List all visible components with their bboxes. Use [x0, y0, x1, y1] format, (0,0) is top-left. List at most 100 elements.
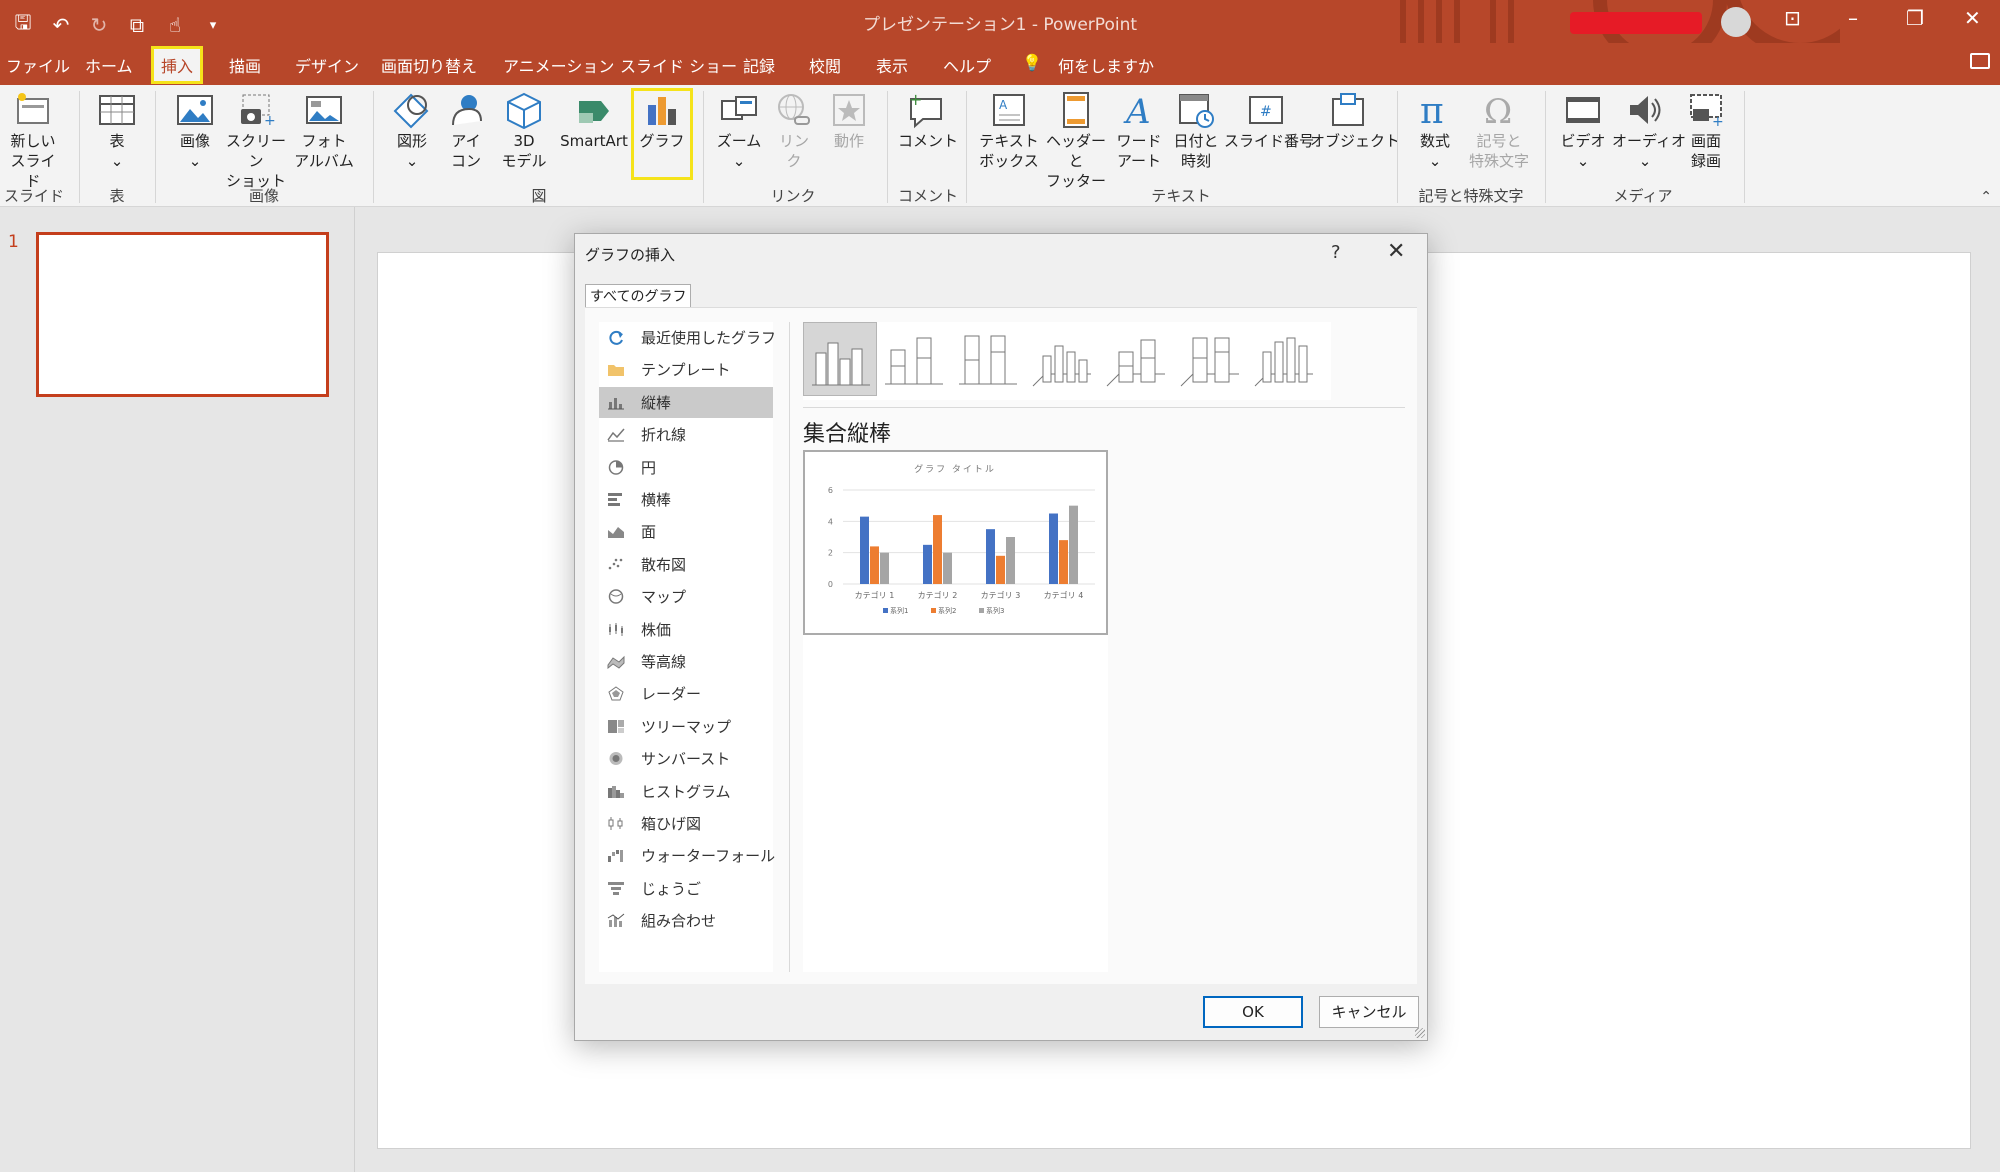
collapse-ribbon-icon[interactable]: ⌃	[1980, 189, 1992, 205]
symbol-button[interactable]: Ω 記号と 特殊文字	[1466, 91, 1532, 171]
chart-type-item[interactable]: マップ	[599, 581, 773, 612]
video-button[interactable]: ビデオ ⌄	[1558, 91, 1608, 171]
subtype-stacked-column[interactable]	[877, 322, 951, 396]
boxwhisker-chart-icon	[607, 816, 625, 831]
subtype-3d-column[interactable]	[1247, 322, 1321, 396]
smartart-button[interactable]: SmartArt	[558, 91, 630, 151]
map-chart-icon	[607, 589, 625, 604]
chart-type-item[interactable]: 横棒	[599, 484, 773, 515]
line-chart-icon	[607, 427, 625, 442]
tab-help[interactable]: ヘルプ	[943, 53, 991, 77]
chart-type-item[interactable]: 等高線	[599, 646, 773, 677]
treemap-chart-icon	[607, 719, 625, 734]
tab-transitions[interactable]: 画面切り替え	[381, 53, 477, 77]
cancel-button[interactable]: キャンセル	[1319, 996, 1419, 1028]
icons-button[interactable]: アイ コン	[444, 91, 488, 171]
legend-label: 系列3	[986, 606, 1004, 615]
tab-draw[interactable]: 描画	[229, 53, 261, 77]
comments-icon[interactable]	[1970, 53, 1990, 69]
close-icon[interactable]: ✕	[1387, 239, 1405, 264]
group-label-text: テキスト	[1151, 187, 1211, 205]
zoom-button[interactable]: ズーム ⌄	[714, 91, 764, 171]
svg-text:A: A	[999, 98, 1008, 112]
chart-type-item[interactable]: 円	[599, 452, 773, 483]
action-button[interactable]: 動作	[826, 91, 872, 151]
help-button[interactable]: ?	[1331, 242, 1341, 263]
chart-type-label: 円	[641, 458, 657, 477]
chart-type-item[interactable]: ヒストグラム	[599, 776, 773, 807]
tab-design[interactable]: デザイン	[295, 53, 359, 77]
chart-preview[interactable]: グラフ タイトル 0 2 4 6 カテゴリ 1 カテゴリ 2 カテゴリ 3 カテゴリ 4 系列1…	[803, 450, 1108, 635]
date-time-button[interactable]: 日付と 時刻	[1172, 91, 1220, 171]
object-button[interactable]: オブジェクト	[1310, 91, 1400, 151]
slide-number-button[interactable]: # スライド番号	[1224, 91, 1314, 151]
equation-button[interactable]: π 数式 ⌄	[1410, 91, 1460, 171]
chart-type-label: 横棒	[641, 491, 672, 509]
histogram-chart-icon	[607, 784, 625, 799]
textbox-button[interactable]: A テキスト ボックス	[976, 91, 1042, 171]
chart-type-item[interactable]: サンバースト	[599, 743, 773, 774]
legend-swatch	[883, 608, 888, 613]
photo-album-button[interactable]: フォト アルバム	[290, 91, 358, 171]
insert-chart-dialog: グラフの挿入 ? ✕ すべてのグラフ 最近使用したグラフ テンプレート 縦棒 折れ線円…	[574, 233, 1428, 1041]
lightbulb-icon[interactable]: 💡	[1022, 53, 1042, 72]
chart-type-item[interactable]: ツリーマップ	[599, 711, 773, 742]
chart-type-item[interactable]: 折れ線	[599, 419, 773, 450]
tab-file[interactable]: ファイル	[6, 53, 70, 77]
chart-bar	[933, 515, 942, 584]
chart-type-item[interactable]: 散布図	[599, 549, 773, 580]
ok-button[interactable]: OK	[1203, 996, 1303, 1028]
subtype-3d-100-stacked-column[interactable]	[1173, 322, 1247, 396]
tab-record[interactable]: 記録	[743, 53, 775, 77]
chart-type-label: サンバースト	[641, 750, 731, 769]
subtype-clustered-column[interactable]	[803, 322, 877, 396]
chart-type-item[interactable]: じょうご	[599, 873, 773, 904]
table-button[interactable]: 表 ⌄	[96, 91, 138, 171]
new-slide-button[interactable]: 新しい スライド	[8, 91, 58, 191]
tab-home[interactable]: ホーム	[85, 53, 133, 77]
tell-me-search[interactable]: 何をしますか	[1058, 53, 1154, 77]
resize-grip[interactable]	[1415, 1028, 1425, 1038]
chart-type-item[interactable]: 組み合わせ	[599, 905, 773, 936]
chart-type-item[interactable]: 面	[599, 516, 773, 547]
preview-area: グラフ タイトル 0 2 4 6 カテゴリ 1 カテゴリ 2 カテゴリ 3 カテゴリ 4 系列1…	[803, 450, 1108, 972]
screen-recording-button[interactable]: + 画面 録画	[1684, 91, 1728, 171]
chart-type-item[interactable]: テンプレート	[599, 354, 773, 385]
header-footer-button[interactable]: ヘッダーと フッター	[1044, 91, 1108, 191]
chart-type-item[interactable]: 縦棒	[599, 386, 773, 418]
tab-view[interactable]: 表示	[876, 53, 908, 77]
chart-bar	[1059, 540, 1068, 584]
audio-button[interactable]: オーディオ ⌄	[1612, 91, 1686, 171]
chart-type-label: じょうご	[641, 879, 702, 898]
chart-type-item[interactable]: ウォーターフォール	[599, 840, 775, 871]
subtype-100-stacked-column[interactable]	[951, 322, 1025, 396]
tab-review[interactable]: 校閲	[809, 53, 841, 77]
wordart-button[interactable]: A ワード アート	[1112, 91, 1166, 171]
chart-type-item[interactable]: レーダー	[599, 678, 773, 709]
minimize-icon[interactable]: –	[1848, 6, 1858, 30]
chart-type-item[interactable]: 箱ひげ図	[599, 808, 773, 839]
subtype-3d-stacked-column[interactable]	[1099, 322, 1173, 396]
chart-type-label: 組み合わせ	[641, 912, 717, 931]
ribbon-display-options-icon[interactable]: ⊡	[1784, 6, 1801, 30]
close-window-icon[interactable]: ✕	[1964, 6, 1981, 30]
chart-type-item[interactable]: 株価	[599, 614, 773, 645]
picture-button[interactable]: 画像 ⌄	[170, 91, 220, 171]
chart-type-item[interactable]: 最近使用したグラフ	[599, 322, 776, 353]
chart-button[interactable]: グラフ	[631, 88, 693, 180]
slide-number-icon: #	[1247, 91, 1285, 129]
subtype-3d-clustered-column[interactable]	[1025, 322, 1099, 396]
tab-all-charts[interactable]: すべてのグラフ	[585, 284, 692, 308]
shapes-button[interactable]: 図形 ⌄	[388, 91, 436, 171]
tab-insert[interactable]: 挿入	[150, 46, 204, 84]
link-button[interactable]: リン ク	[772, 91, 816, 171]
screenshot-button[interactable]: + スクリーン ショット	[223, 91, 289, 191]
3d-models-button[interactable]: 3D モデル	[494, 91, 554, 171]
avatar[interactable]	[1721, 7, 1751, 37]
restore-icon[interactable]: ❐	[1906, 6, 1924, 30]
tab-slideshow[interactable]: スライド ショー	[620, 53, 737, 77]
scatter-chart-icon	[607, 557, 625, 572]
new-comment-button[interactable]: + コメント	[898, 90, 958, 151]
tab-animations[interactable]: アニメーション	[503, 53, 614, 77]
slide-thumbnail[interactable]	[36, 232, 329, 397]
